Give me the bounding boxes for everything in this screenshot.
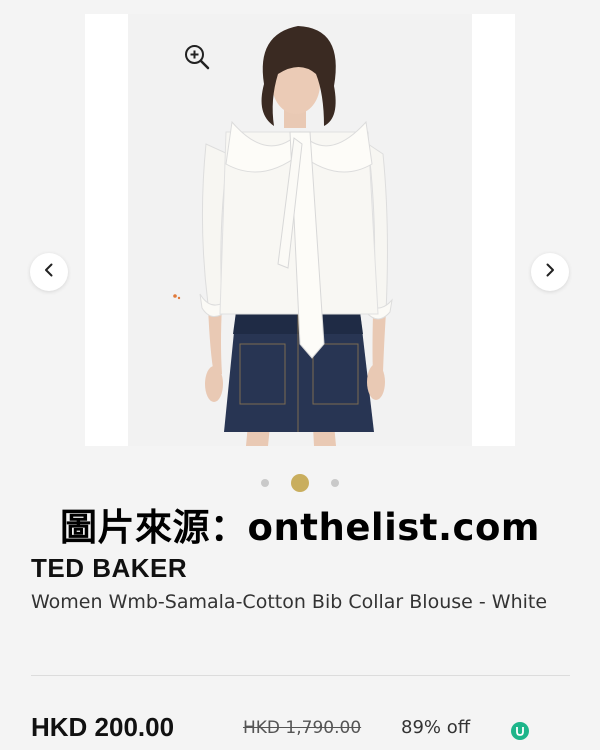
product-title: Women Wmb-Samala-Cotton Bib Collar Blous… xyxy=(31,591,548,613)
gallery-pagination xyxy=(0,473,600,493)
image-source-watermark: 圖片來源：onthelist.com xyxy=(60,506,540,549)
gallery-dot-2[interactable] xyxy=(291,474,309,492)
original-price: HKD 1,790.00 xyxy=(243,718,362,738)
product-image-gallery[interactable] xyxy=(85,14,515,446)
site-logo-icon xyxy=(511,722,529,740)
gallery-dot-3[interactable] xyxy=(331,479,339,487)
discount-badge: 89% off xyxy=(401,717,471,738)
next-image-button[interactable] xyxy=(531,253,569,291)
gallery-dot-1[interactable] xyxy=(261,479,269,487)
previous-image-button[interactable] xyxy=(30,253,68,291)
brand-name[interactable]: TED BAKER xyxy=(31,553,187,584)
sale-price: HKD 200.00 xyxy=(31,712,175,742)
zoom-in-icon[interactable] xyxy=(183,43,211,71)
divider xyxy=(31,675,570,676)
chevron-right-icon xyxy=(542,262,558,282)
price-row: HKD 200.00 HKD 1,790.00 89% off xyxy=(31,712,591,746)
product-photo[interactable] xyxy=(128,14,472,446)
chevron-left-icon xyxy=(41,262,57,282)
product-page: 圖片來源：onthelist.com TED BAKER Women Wmb-S… xyxy=(0,0,600,750)
